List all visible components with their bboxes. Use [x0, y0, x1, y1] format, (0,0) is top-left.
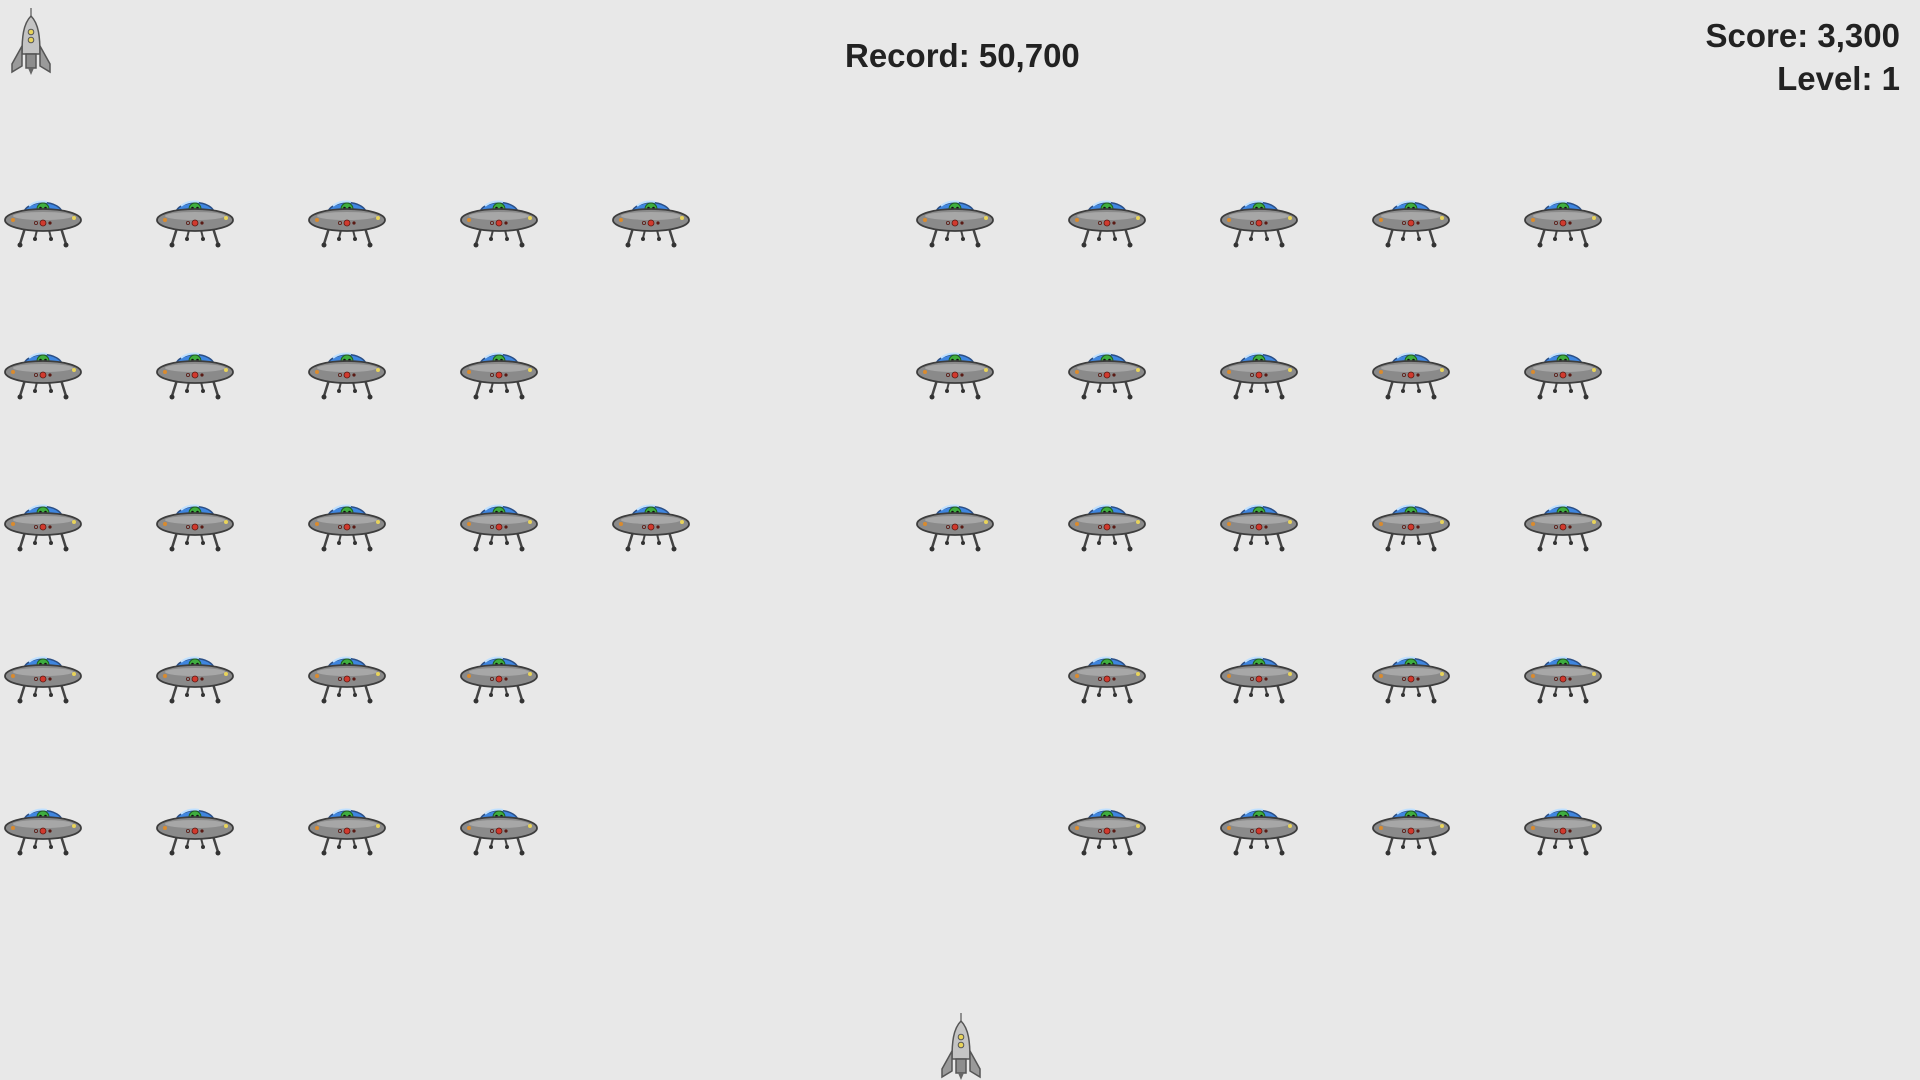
- ufo-alien-icon: [307, 344, 387, 404]
- player-rocket-icon[interactable]: [938, 1013, 984, 1080]
- game-canvas[interactable]: Record: 50,700 Score: 3,300 Level: 1: [0, 0, 1920, 1080]
- ufo-alien-icon: [155, 192, 235, 252]
- ufo-alien-icon: [1219, 344, 1299, 404]
- ufo-alien-icon: [1067, 800, 1147, 860]
- ufo-alien-icon: [307, 192, 387, 252]
- ufo-alien-icon: [1523, 800, 1603, 860]
- ufo-alien-icon: [1371, 344, 1451, 404]
- ufo-alien-icon: [155, 496, 235, 556]
- ufo-alien-icon: [3, 648, 83, 708]
- ufo-alien-icon: [1523, 192, 1603, 252]
- ufo-alien-icon: [3, 800, 83, 860]
- ufo-alien-icon: [1371, 648, 1451, 708]
- ufo-alien-icon: [459, 648, 539, 708]
- ufo-alien-icon: [459, 800, 539, 860]
- ufo-alien-icon: [3, 192, 83, 252]
- ufo-alien-icon: [915, 344, 995, 404]
- ufo-alien-icon: [611, 192, 691, 252]
- ufo-alien-icon: [155, 344, 235, 404]
- ufo-alien-icon: [459, 496, 539, 556]
- level-label: Level: 1: [1777, 60, 1900, 97]
- ufo-alien-icon: [155, 648, 235, 708]
- ufo-alien-icon: [1067, 648, 1147, 708]
- ufo-alien-icon: [1219, 192, 1299, 252]
- record-label: Record: 50,700: [845, 37, 1080, 74]
- ufo-alien-icon: [1523, 496, 1603, 556]
- ufo-alien-icon: [1219, 496, 1299, 556]
- ufo-alien-icon: [1523, 344, 1603, 404]
- ufo-alien-icon: [1523, 648, 1603, 708]
- ufo-alien-icon: [1219, 648, 1299, 708]
- ufo-alien-icon: [611, 496, 691, 556]
- ufo-alien-icon: [915, 192, 995, 252]
- ufo-alien-icon: [3, 496, 83, 556]
- score-label: Score: 3,300: [1705, 17, 1900, 54]
- ufo-alien-icon: [1067, 344, 1147, 404]
- ufo-alien-icon: [155, 800, 235, 860]
- ufo-alien-icon: [1371, 800, 1451, 860]
- ufo-alien-icon: [459, 344, 539, 404]
- ufo-alien-icon: [307, 800, 387, 860]
- ufo-alien-icon: [459, 192, 539, 252]
- ufo-alien-icon: [1371, 192, 1451, 252]
- ufo-alien-icon: [1067, 192, 1147, 252]
- ufo-alien-icon: [915, 496, 995, 556]
- ufo-alien-icon: [1219, 800, 1299, 860]
- ufo-alien-icon: [1371, 496, 1451, 556]
- ufo-alien-icon: [3, 344, 83, 404]
- lives-rocket-icon: [8, 8, 54, 76]
- ufo-alien-icon: [307, 648, 387, 708]
- ufo-alien-icon: [307, 496, 387, 556]
- ufo-alien-icon: [1067, 496, 1147, 556]
